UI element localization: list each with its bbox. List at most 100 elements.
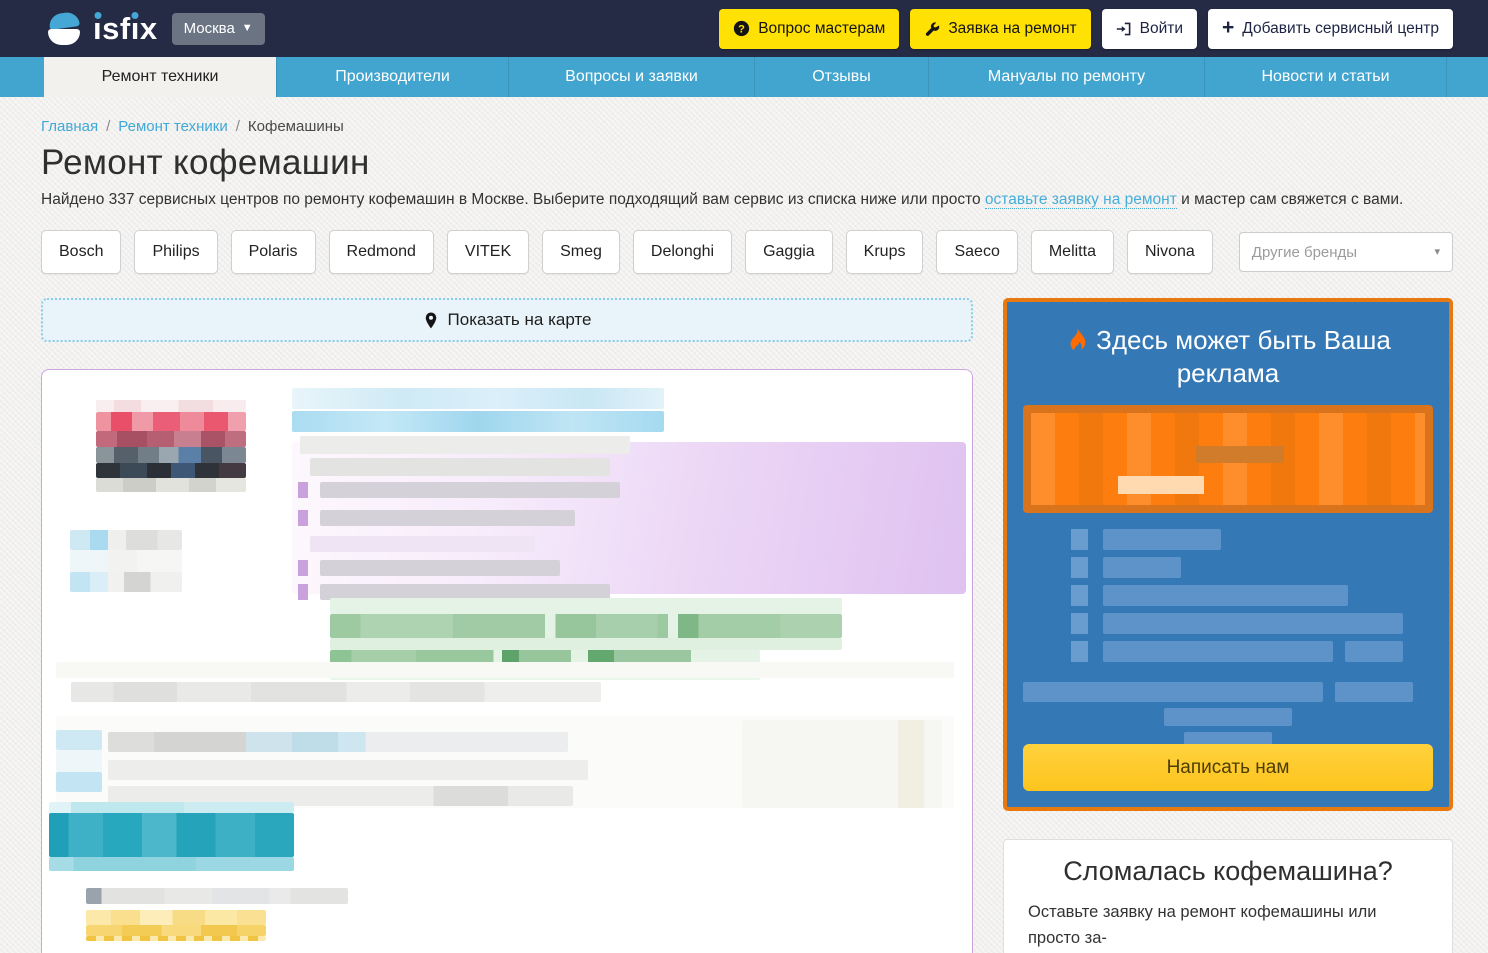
- intro-before-link: Найдено 337 сервисных центров по ремонту…: [41, 191, 985, 208]
- top-header: ısfıx Москва ▼ ? Вопрос мастерам Заявка …: [0, 0, 1488, 57]
- blurred-phone-button[interactable]: [49, 802, 294, 813]
- blurred-star-rating: [86, 910, 266, 925]
- blurred-detail-line: [298, 510, 575, 526]
- question-circle-icon: ?: [733, 20, 750, 37]
- leave-request-link[interactable]: оставьте заявку на ремонт: [985, 191, 1177, 209]
- blurred-detail-line: [298, 482, 620, 498]
- blurred-contact-block: [70, 572, 182, 592]
- blurred-company-logo: [96, 412, 246, 431]
- show-on-map-label: Показать на карте: [448, 310, 592, 330]
- blurred-text-line: [56, 662, 954, 678]
- service-card-blurred: [41, 369, 973, 953]
- blurred-star-rating: [86, 936, 266, 941]
- show-on-map-button[interactable]: Показать на карте: [41, 298, 973, 342]
- breadcrumb-repair[interactable]: Ремонт техники: [118, 118, 227, 135]
- svg-text:?: ?: [738, 23, 745, 35]
- brand-filter-bosch[interactable]: Bosch: [41, 230, 121, 274]
- brand-filter-philips[interactable]: Philips: [134, 230, 217, 274]
- brand-filter-saeco[interactable]: Saeco: [936, 230, 1017, 274]
- login-label: Войти: [1140, 20, 1183, 38]
- map-pin-icon: [423, 311, 439, 330]
- brand-filter-polaris[interactable]: Polaris: [231, 230, 316, 274]
- breadcrumb-separator: /: [236, 118, 240, 135]
- blurred-detail-line: [310, 536, 535, 552]
- brand-filter-krups[interactable]: Krups: [846, 230, 924, 274]
- tab-otzyvy[interactable]: Отзывы: [754, 57, 928, 97]
- login-button[interactable]: Войти: [1102, 9, 1197, 49]
- intro-text: Найдено 337 сервисных центров по ремонту…: [41, 191, 1453, 209]
- blurred-description: [898, 720, 924, 808]
- blurred-text-line: [300, 436, 630, 454]
- brand-filter-melitta[interactable]: Melitta: [1031, 230, 1114, 274]
- repair-request-button[interactable]: Заявка на ремонт: [910, 9, 1090, 49]
- flame-icon: [1065, 326, 1087, 353]
- blurred-ad-footer-lines: [1007, 682, 1449, 750]
- other-brands-placeholder: Другие бренды: [1252, 244, 1357, 261]
- blurred-description: [56, 730, 102, 750]
- blurred-phone-button[interactable]: [49, 857, 294, 871]
- ask-masters-label: Вопрос мастерам: [758, 20, 885, 38]
- blurred-review-line: [86, 888, 348, 904]
- ask-masters-button[interactable]: ? Вопрос мастерам: [719, 9, 899, 49]
- blurred-contact-block: [70, 550, 182, 572]
- logo[interactable]: ısfıx: [48, 12, 158, 46]
- blurred-text-line: [310, 458, 610, 476]
- add-service-center-button[interactable]: + Добавить сервисный центр: [1208, 9, 1453, 49]
- repair-request-label: Заявка на ремонт: [948, 20, 1076, 38]
- blurred-schedule: [330, 598, 842, 614]
- tab-novosti-i-stati[interactable]: Новости и статьи: [1204, 57, 1446, 97]
- plus-icon: +: [1222, 17, 1234, 38]
- logo-icon: [48, 12, 84, 46]
- request-box-title: Сломалась кофемашина?: [1028, 856, 1428, 887]
- page-content: Главная / Ремонт техники / Кофемашины Ре…: [0, 118, 1488, 953]
- tab-proizvoditeli[interactable]: Производители: [276, 57, 508, 97]
- blurred-star-rating: [86, 925, 266, 936]
- page-title: Ремонт кофемашин: [41, 143, 1453, 183]
- blurred-schedule: [330, 638, 842, 650]
- blurred-card-title[interactable]: [292, 411, 664, 432]
- ad-banner: Здесь может быть Ваша реклама: [1003, 298, 1453, 811]
- tab-manualy-po-remontu[interactable]: Мануалы по ремонту: [928, 57, 1204, 97]
- request-box-text: Оставьте заявку на ремонт кофемашины или…: [1028, 899, 1428, 953]
- add-service-center-label: Добавить сервисный центр: [1242, 20, 1439, 38]
- city-selector[interactable]: Москва ▼: [172, 13, 265, 45]
- breadcrumb: Главная / Ремонт техники / Кофемашины: [41, 118, 1453, 135]
- brand-filter-vitek[interactable]: VITEK: [447, 230, 529, 274]
- blurred-description: [56, 750, 102, 772]
- tab-voprosy-i-zayavki[interactable]: Вопросы и заявки: [508, 57, 754, 97]
- blurred-contact-block: [70, 530, 182, 550]
- request-box-text-line: Оставьте заявку на ремонт кофемашины или…: [1028, 899, 1428, 952]
- brand-filter-redmond[interactable]: Redmond: [329, 230, 434, 274]
- brand-filter-delonghi[interactable]: Delonghi: [633, 230, 732, 274]
- breadcrumb-current: Кофемашины: [248, 118, 344, 135]
- blurred-phone-button[interactable]: [49, 813, 294, 857]
- wrench-icon: [924, 21, 940, 37]
- write-to-us-button[interactable]: Написать нам: [1023, 744, 1433, 791]
- ad-banner-title-text: Здесь может быть Ваша реклама: [1096, 325, 1391, 388]
- intro-after-link: и мастер сам свяжется с вами.: [1177, 191, 1404, 208]
- blurred-company-logo: [96, 478, 246, 492]
- chevron-down-icon: ▾: [1434, 247, 1440, 258]
- blurred-card-title[interactable]: [292, 388, 664, 409]
- blurred-schedule: [330, 614, 842, 638]
- blurred-company-logo: [96, 400, 246, 412]
- tab-remont-tehniki[interactable]: Ремонт техники: [44, 57, 276, 97]
- blurred-text-line: [108, 732, 568, 752]
- main-nav: Ремонт техники Производители Вопросы и з…: [0, 57, 1488, 97]
- brand-filter-nivona[interactable]: Nivona: [1127, 230, 1213, 274]
- blurred-text-line: [71, 682, 601, 702]
- blurred-ad-feature-list: [1007, 529, 1449, 662]
- blurred-description: [56, 772, 102, 792]
- request-box: Сломалась кофемашина? Оставьте заявку на…: [1003, 839, 1453, 953]
- breadcrumb-home[interactable]: Главная: [41, 118, 98, 135]
- logo-text: ısfıx: [93, 13, 158, 44]
- brand-filter-gaggia[interactable]: Gaggia: [745, 230, 833, 274]
- blurred-company-logo: [96, 463, 246, 478]
- brand-filter-row: Bosch Philips Polaris Redmond VITEK Smeg…: [41, 230, 1453, 274]
- brand-filter-smeg[interactable]: Smeg: [542, 230, 620, 274]
- other-brands-select[interactable]: Другие бренды ▾: [1239, 232, 1453, 272]
- blurred-company-logo: [96, 431, 246, 447]
- breadcrumb-separator: /: [106, 118, 110, 135]
- blurred-ad-phone: [1023, 405, 1433, 513]
- blurred-text-line: [108, 760, 588, 780]
